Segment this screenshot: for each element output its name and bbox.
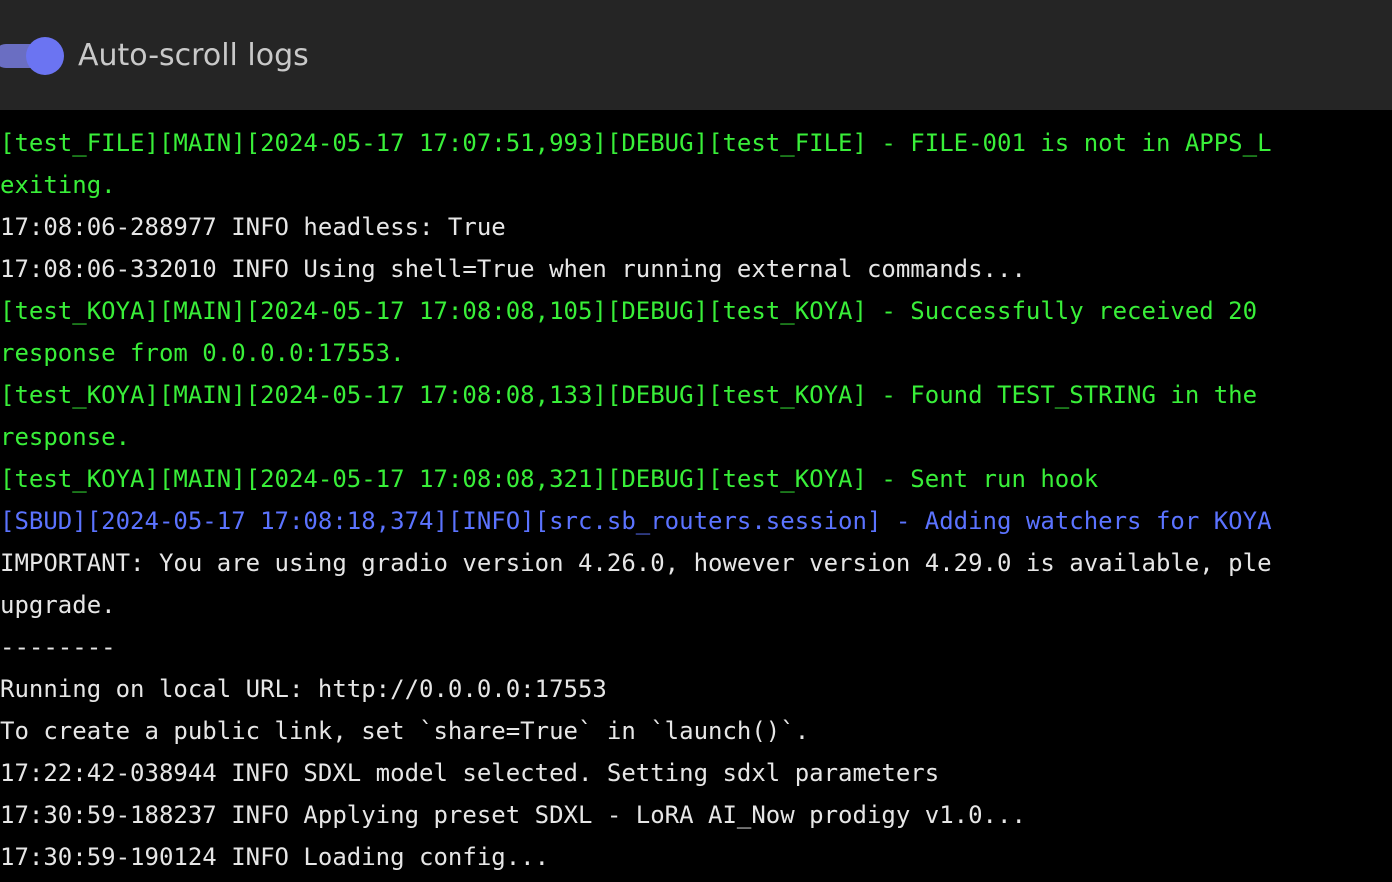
log-toolbar: Auto-scroll logs: [0, 0, 1392, 110]
log-line: [test_KOYA][MAIN][2024-05-17 17:08:08,13…: [0, 381, 1258, 409]
log-line: exiting.: [0, 171, 116, 199]
log-line: To create a public link, set `share=True…: [0, 717, 810, 745]
log-line: response from 0.0.0.0:17553.: [0, 339, 405, 367]
log-line: response.: [0, 423, 131, 451]
toggle-thumb: [26, 37, 64, 75]
log-line: 17:08:06-332010 INFO Using shell=True wh…: [0, 255, 1026, 283]
log-line: 17:30:59-190124 INFO Loading config...: [0, 843, 550, 871]
log-line: [test_KOYA][MAIN][2024-05-17 17:08:08,10…: [0, 297, 1258, 325]
log-line: --------: [0, 633, 116, 661]
log-line: [test_KOYA][MAIN][2024-05-17 17:08:08,32…: [0, 465, 1099, 493]
log-line: [SBUD][2024-05-17 17:08:18,374][INFO][sr…: [0, 507, 1272, 535]
log-output[interactable]: [test_FILE][MAIN][2024-05-17 17:07:51,99…: [0, 110, 1392, 882]
log-line: Running on local URL: http://0.0.0.0:175…: [0, 675, 607, 703]
log-line: [test_FILE][MAIN][2024-05-17 17:07:51,99…: [0, 129, 1272, 157]
log-line: upgrade.: [0, 591, 116, 619]
autoscroll-label: Auto-scroll logs: [78, 38, 309, 73]
log-line: 17:08:06-288977 INFO headless: True: [0, 213, 506, 241]
log-line: IMPORTANT: You are using gradio version …: [0, 549, 1272, 577]
autoscroll-toggle[interactable]: [0, 37, 64, 75]
log-line: 17:22:42-038944 INFO SDXL model selected…: [0, 759, 940, 787]
log-line: 17:30:59-188237 INFO Applying preset SDX…: [0, 801, 1026, 829]
